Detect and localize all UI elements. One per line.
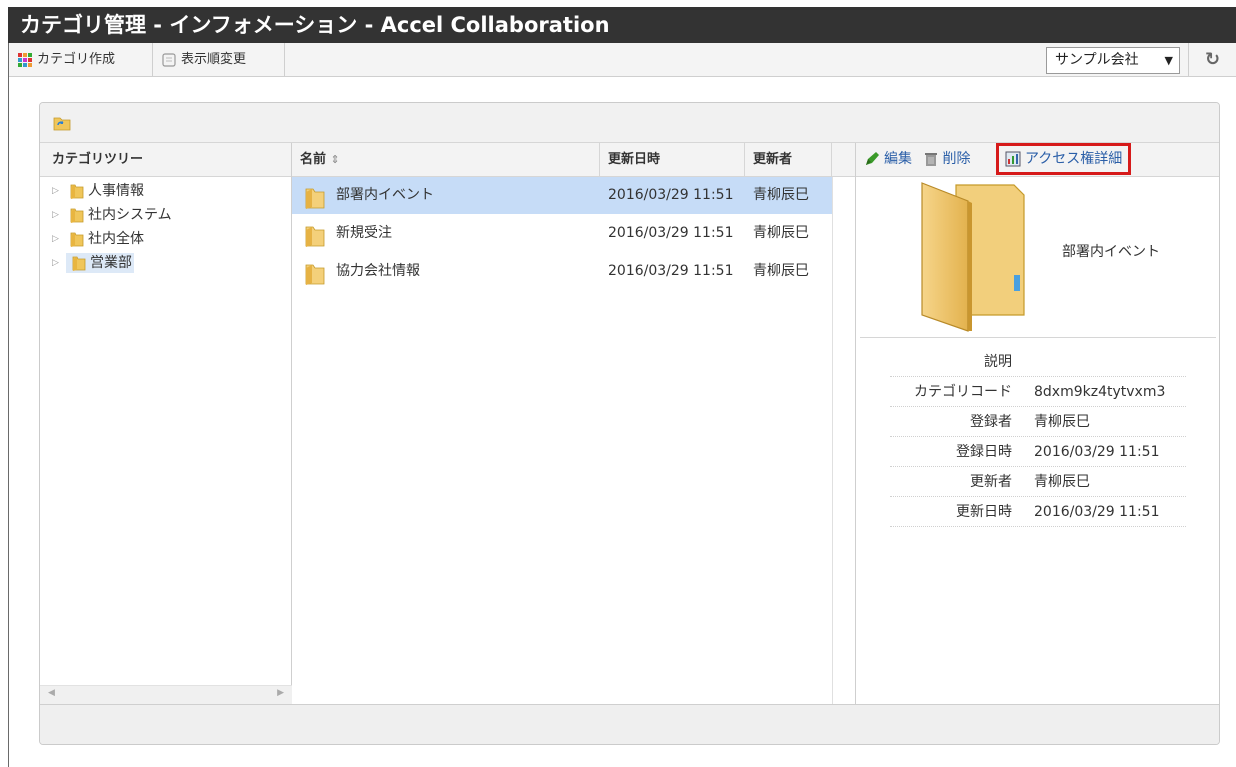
row-updater: 青柳辰巳 [753,263,809,279]
change-order-button[interactable]: 表示順変更 [153,43,285,76]
prop-value: 青柳辰巳 [1034,474,1090,490]
tree-item-label: 社内システム [88,207,172,223]
expand-arrow-icon[interactable]: ▷ [52,181,66,201]
edit-button[interactable]: 編集 [864,143,912,176]
company-select[interactable]: サンプル会社 ▼ [1046,47,1180,74]
tree-item-system[interactable]: ▷ 社内システム [52,205,172,225]
row-name: 新規受注 [336,225,392,241]
prop-row: 更新日時 2016/03/29 11:51 [890,497,1186,527]
prop-row: 更新者 青柳辰巳 [890,467,1186,497]
folder-icon [72,256,86,271]
list-row[interactable]: 新規受注 2016/03/29 11:51 青柳辰巳 [292,215,832,252]
folder-icon [305,188,325,209]
row-updater: 青柳辰巳 [753,187,809,203]
row-updated: 2016/03/29 11:51 [608,225,734,241]
updated-column-header[interactable]: 更新日時 [600,143,745,176]
category-tree-pane: カテゴリツリー ▷ 人事情報 ▷ 社内システム ▷ 社内全体 ▷ 営業部 ◀ ▶ [40,143,292,705]
category-list-pane: 名前 ⇕ 更新日時 更新者 部署内イベント 2016/03/29 11:51 青… [292,143,856,705]
folder-icon [305,264,325,285]
prop-row: 説明 [890,347,1186,377]
panel-toolbar [40,103,1219,143]
expand-arrow-icon[interactable]: ▷ [52,205,66,225]
prop-value: 8dxm9kz4tytvxm3 [1034,384,1166,400]
delete-label: 削除 [942,151,971,167]
scroll-left-icon[interactable]: ◀ [48,688,55,698]
expand-arrow-icon[interactable]: ▷ [52,229,66,249]
prop-key: 更新日時 [956,504,1012,520]
row-updated: 2016/03/29 11:51 [608,187,734,203]
reload-button[interactable]: ↻ [1188,43,1236,76]
folder-sync-icon[interactable] [53,115,71,131]
tree-item-label: 人事情報 [88,183,144,199]
access-detail-button[interactable]: アクセス権詳細 [996,143,1132,175]
folder-icon [305,226,325,247]
tree-item-sales[interactable]: ▷ 営業部 [52,253,134,273]
sort-icon: ⇕ [330,153,340,166]
panel-footer [40,704,1219,744]
row-name: 部署内イベント [336,187,434,203]
tree-header: カテゴリツリー [40,143,291,177]
prop-key: 更新者 [970,474,1012,490]
reload-icon: ↻ [1204,49,1221,70]
frame-border [8,43,9,767]
tree-item-label: 社内全体 [88,231,144,247]
expand-arrow-icon[interactable]: ▷ [52,253,66,273]
scroll-right-icon[interactable]: ▶ [277,688,284,698]
prop-row: 登録者 青柳辰巳 [890,407,1186,437]
prop-value: 2016/03/29 11:51 [1034,504,1160,520]
window-title: カテゴリ管理 - インフォメーション - Accel Collaboration [8,7,1236,43]
tree-item-jinji[interactable]: ▷ 人事情報 [52,181,144,201]
name-column-header[interactable]: 名前 ⇕ [292,143,600,176]
access-chart-icon [1005,151,1021,167]
pencil-icon [866,152,879,165]
sort-order-icon [162,53,176,67]
updater-column-header[interactable]: 更新者 [745,143,832,176]
list-row[interactable]: 部署内イベント 2016/03/29 11:51 青柳辰巳 [292,177,832,214]
prop-key: 登録日時 [956,444,1012,460]
row-updater: 青柳辰巳 [753,225,809,241]
prop-key: 登録者 [970,414,1012,430]
grid-icon [18,53,32,67]
folder-icon [70,184,84,199]
category-panel: カテゴリツリー ▷ 人事情報 ▷ 社内システム ▷ 社内全体 ▷ 営業部 ◀ ▶ 名前 … [39,102,1220,745]
delete-button[interactable]: 削除 [924,143,970,176]
create-category-label: カテゴリ作成 [37,52,116,67]
prop-key: カテゴリコード [914,384,1012,400]
tree-item-all[interactable]: ▷ 社内全体 [52,229,144,249]
prop-value: 2016/03/29 11:51 [1034,444,1160,460]
trash-icon [925,153,938,166]
tree-item-label: 営業部 [90,255,132,271]
prop-row: 登録日時 2016/03/29 11:51 [890,437,1186,467]
folder-icon [70,232,84,247]
edit-label: 編集 [884,151,912,167]
row-updated: 2016/03/29 11:51 [608,263,734,279]
tree-horizontal-scrollbar[interactable]: ◀ ▶ [40,685,292,705]
selected-folder-name: 部署内イベント [1062,244,1160,260]
create-category-button[interactable]: カテゴリ作成 [9,43,153,76]
dropdown-arrow-icon: ▼ [1164,54,1173,67]
name-header-label: 名前 [300,152,327,167]
row-name: 協力会社情報 [336,263,420,279]
property-table: 説明 カテゴリコード 8dxm9kz4tytvxm3 登録者 青柳辰巳 登録日時 20… [890,347,1186,527]
change-order-label: 表示順変更 [181,52,247,67]
list-row[interactable]: 協力会社情報 2016/03/29 11:51 青柳辰巳 [292,253,832,290]
access-detail-label: アクセス権詳細 [1025,151,1123,167]
list-header: 名前 ⇕ 更新日時 更新者 [292,143,855,177]
detail-actions: 編集 削除 アクセス権詳細 [856,143,1219,177]
toolbar: カテゴリ作成 表示順変更 サンプル会社 ▼ ↻ [9,43,1236,77]
large-folder-icon [921,182,1025,332]
prop-row: カテゴリコード 8dxm9kz4tytvxm3 [890,377,1186,407]
prop-key: 説明 [984,354,1012,370]
folder-icon [70,208,84,223]
prop-value: 青柳辰巳 [1034,414,1090,430]
detail-pane: 編集 削除 アクセス権詳細 部署内イベント 説明 カテゴリコード 8dxm9kz4… [856,143,1219,705]
company-select-value: サンプル会社 [1055,52,1139,68]
